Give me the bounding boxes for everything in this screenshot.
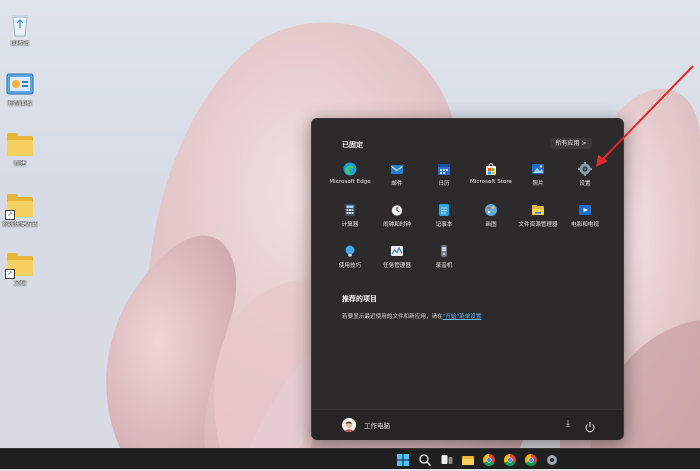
recorder-icon xyxy=(437,243,451,257)
app-name: 电影和电视 xyxy=(571,222,599,228)
movies-icon xyxy=(578,202,592,216)
chrome-icon[interactable] xyxy=(482,452,496,467)
explorer-icon xyxy=(531,202,545,216)
control-panel-icon xyxy=(5,72,35,98)
folder-shortcut-icon: ↗ xyxy=(5,252,35,279)
chrome-icon[interactable] xyxy=(524,452,538,467)
store-icon xyxy=(484,161,498,175)
desktop-icon-folder-new[interactable]: 新建 xyxy=(2,132,38,168)
search-icon[interactable] xyxy=(418,452,432,466)
task-view-icon[interactable] xyxy=(440,452,454,466)
avatar[interactable] xyxy=(342,418,356,432)
edge-icon xyxy=(343,161,357,176)
user-name[interactable]: 工作电脑 xyxy=(364,420,390,430)
clock-icon xyxy=(390,202,404,217)
desktop-icon-label: 系统快捷方式 xyxy=(2,221,38,228)
settings-icon[interactable] xyxy=(545,452,559,466)
calculator-icon xyxy=(343,202,357,216)
app-voice-recorder[interactable]: 录音机 xyxy=(414,243,474,269)
folder-shortcut-icon: ↗ xyxy=(5,193,35,220)
taskmgr-icon xyxy=(390,243,404,257)
recycle-bin-icon xyxy=(5,12,35,38)
app-name: 设置 xyxy=(579,181,591,187)
file-explorer-icon[interactable] xyxy=(461,452,475,466)
gear-icon xyxy=(578,161,592,176)
power-icon[interactable] xyxy=(584,418,596,433)
download-icon[interactable]: ⤓ xyxy=(563,418,573,430)
desktop-icon-folder-shortcut[interactable]: ↗ 系统快捷方式 xyxy=(2,193,38,229)
recommended-section-title: 推荐的项目 xyxy=(342,295,377,303)
recommended-hint-text: 若要显示最近使用的文件和新应用，请在 xyxy=(342,314,443,320)
start-menu-footer: 工作电脑 ⤓ xyxy=(312,409,623,440)
mail-icon xyxy=(390,161,404,175)
recommended-hint: 若要显示最近使用的文件和新应用，请在"开始"菜单设置 xyxy=(342,312,481,320)
calendar-icon xyxy=(437,161,451,175)
app-name: 录音机 xyxy=(435,263,453,269)
taskbar xyxy=(0,448,700,469)
chrome-icon[interactable] xyxy=(503,452,517,467)
desktop-icon-label: 回收站 xyxy=(10,40,29,47)
start-settings-link[interactable]: "开始"菜单设置 xyxy=(443,314,482,320)
desktop-icon-folder-docs[interactable]: ↗ 文档 xyxy=(2,252,38,288)
desktop-icon-label: 文档 xyxy=(13,280,26,287)
all-apps-button[interactable]: 所有应用 > xyxy=(550,138,592,149)
start-icon[interactable] xyxy=(396,452,410,466)
desktop-icon-control-panel[interactable]: 控制面板 xyxy=(2,72,38,108)
start-menu: 已固定 所有应用 > Microsoft Edge 邮件 日历 Microsof… xyxy=(311,118,624,440)
tips-icon xyxy=(343,243,357,257)
app-movies-tv[interactable]: 电影和电视 xyxy=(555,202,615,228)
desktop-icon-recycle-bin[interactable]: 回收站 xyxy=(2,12,38,48)
app-settings[interactable]: 设置 xyxy=(555,161,615,187)
desktop-icon-label: 控制面板 xyxy=(7,100,32,107)
photos-icon xyxy=(531,161,545,175)
paint-icon xyxy=(484,202,498,216)
folder-icon xyxy=(5,132,35,158)
pinned-section-title: 已固定 xyxy=(342,141,363,149)
desktop-icon-label: 新建 xyxy=(13,160,26,167)
notepad-icon xyxy=(437,202,451,216)
